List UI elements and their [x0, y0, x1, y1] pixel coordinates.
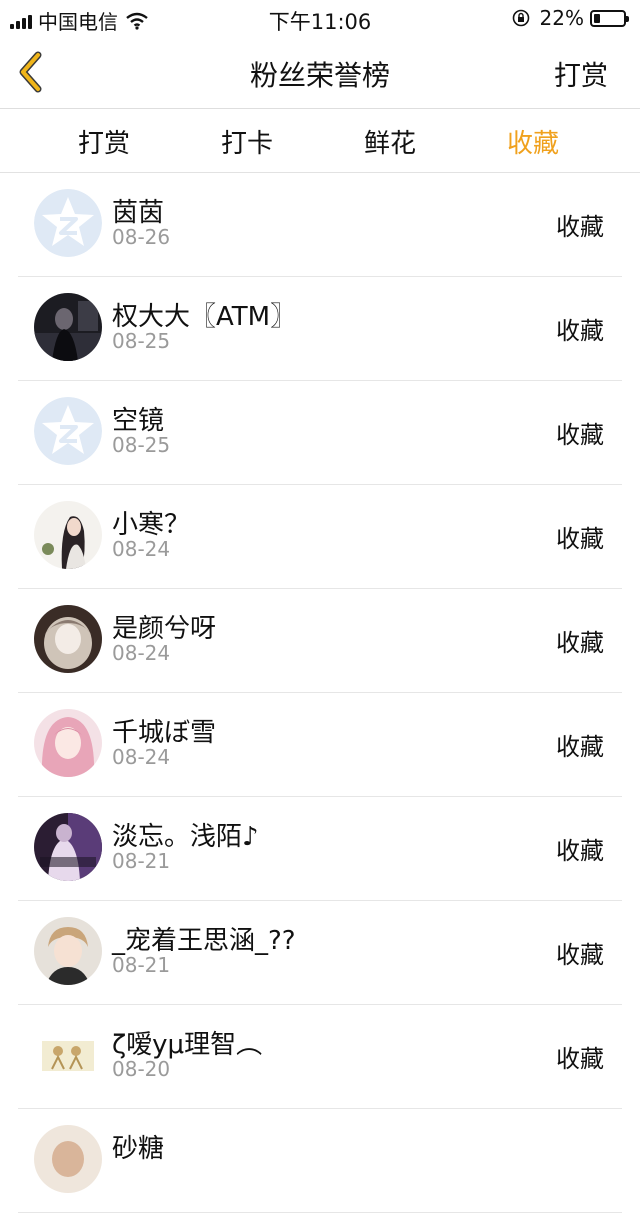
- list-item[interactable]: 空镜 08-25 收藏: [18, 381, 622, 485]
- fan-date: 08-24: [112, 745, 171, 769]
- list-item[interactable]: 小寒？ 08-24 收藏: [18, 485, 622, 589]
- fan-name: _宠着王思涵_??: [112, 926, 296, 956]
- rotation-lock-icon: [512, 9, 529, 27]
- fan-date: 08-25: [112, 329, 171, 353]
- list-item[interactable]: 淡忘。浅陌♪ 08-21 收藏: [18, 797, 622, 901]
- fan-action-type: 收藏: [556, 733, 604, 761]
- list-item[interactable]: 砂糖: [18, 1109, 622, 1213]
- fan-action-type: 收藏: [556, 837, 604, 865]
- tab-reward[interactable]: 打赏: [44, 123, 164, 160]
- fan-name: 小寒？: [112, 510, 191, 540]
- tab-checkin[interactable]: 打卡: [187, 123, 307, 160]
- list-item[interactable]: 千城ぼ雪 08-24 收藏: [18, 693, 622, 797]
- fan-name: ζ嗳yμ理智︵: [112, 1030, 263, 1060]
- fan-action-type: 收藏: [556, 421, 604, 449]
- fan-date: 08-21: [112, 953, 171, 977]
- list-item[interactable]: 是颜兮呀 08-24 收藏: [18, 589, 622, 693]
- fan-action-type: 收藏: [556, 1045, 604, 1073]
- default-avatar-icon: [34, 397, 102, 465]
- default-avatar-icon: [34, 189, 102, 257]
- avatar: [34, 1021, 102, 1089]
- fan-action-type: 收藏: [556, 213, 604, 241]
- list-item[interactable]: 权大大〖ATM〗 08-25 收藏: [18, 277, 622, 381]
- reward-button[interactable]: 打赏: [554, 54, 608, 93]
- fan-date: 08-25: [112, 433, 171, 457]
- list-item[interactable]: _宠着王思涵_?? 08-21 收藏: [18, 901, 622, 1005]
- fan-date: 08-20: [112, 1057, 171, 1081]
- avatar: [34, 709, 102, 777]
- status-bar: 中国电信 下午11:06 22%: [0, 0, 640, 36]
- tab-favorite[interactable]: 收藏: [473, 123, 593, 160]
- avatar: [34, 293, 102, 361]
- avatar: [34, 813, 102, 881]
- avatar: [34, 501, 102, 569]
- fan-name: 砂糖: [112, 1134, 165, 1164]
- fan-list: 茵茵 08-26 收藏 权大大〖ATM〗 08-25 收藏 空镜 08-25 收…: [0, 173, 640, 1213]
- fan-date: 08-24: [112, 537, 171, 561]
- fan-name: 是颜兮呀: [112, 614, 217, 644]
- avatar: [34, 1125, 102, 1193]
- tab-flowers[interactable]: 鲜花: [330, 123, 450, 160]
- fan-date: 08-26: [112, 225, 171, 249]
- fan-action-type: 收藏: [556, 317, 604, 345]
- fan-name: 茵茵: [112, 198, 165, 228]
- fan-name: 淡忘。浅陌♪: [112, 822, 259, 852]
- page-title: 粉丝荣誉榜: [249, 59, 390, 92]
- tab-bar: 打赏 打卡 鲜花 收藏: [0, 109, 640, 173]
- fan-action-type: 收藏: [556, 629, 604, 657]
- fan-date: 08-21: [112, 849, 171, 873]
- avatar: [34, 917, 102, 985]
- fan-name: 千城ぼ雪: [112, 718, 217, 748]
- fan-name: 权大大〖ATM〗: [112, 302, 297, 332]
- fan-action-type: 收藏: [556, 525, 604, 553]
- battery-percent: 22%: [539, 6, 584, 30]
- list-item[interactable]: 茵茵 08-26 收藏: [18, 173, 622, 277]
- fan-date: 08-24: [112, 641, 171, 665]
- fan-name: 空镜: [112, 406, 165, 436]
- nav-bar: 粉丝荣誉榜 打赏: [0, 36, 640, 109]
- battery-icon: [590, 9, 629, 27]
- avatar: [34, 605, 102, 673]
- list-item[interactable]: ζ嗳yμ理智︵ 08-20 收藏: [18, 1005, 622, 1109]
- fan-action-type: 收藏: [556, 941, 604, 969]
- status-right: 22%: [512, 6, 629, 30]
